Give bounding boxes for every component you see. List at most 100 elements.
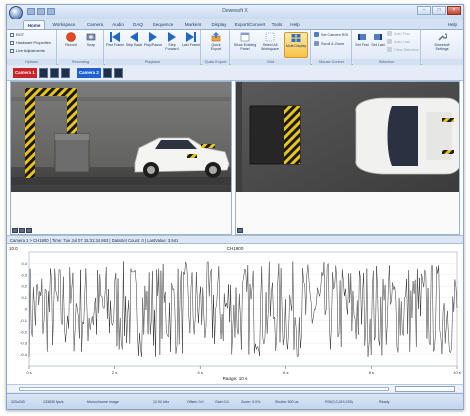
snap-label: Snap: [86, 43, 96, 47]
first-frame-button[interactable]: First Frame: [105, 32, 125, 58]
camera1-tool-b[interactable]: [50, 68, 59, 78]
tab-export-convert[interactable]: Export/Convert: [233, 20, 267, 29]
qat-undo-icon[interactable]: [37, 8, 45, 15]
group-playback: First Frame Step Back Play/Pause Step Fo…: [105, 30, 201, 65]
group-label-mouse-control: Mouse Control: [312, 59, 351, 65]
x-tick-label: 4 s: [198, 370, 203, 375]
quick-access-toolbar: [27, 8, 55, 15]
option-hardware-properties[interactable]: Hardware Properties: [10, 40, 51, 47]
camera1-zoom-icon[interactable]: [12, 228, 18, 233]
y-tick-label: 0: [25, 307, 28, 312]
range-select[interactable]: [395, 386, 455, 392]
set-last-button[interactable]: Set Last: [370, 32, 386, 58]
group-options: ROT Hardware Properties Live Adjustments…: [7, 30, 57, 65]
step-back-label: Step Back: [125, 43, 143, 47]
select-all-workspace-button[interactable]: Select All Workspace: [258, 32, 282, 58]
scroll-zoom-label: Scroll & Zoom: [321, 42, 345, 46]
option-live-adjustments-label: Live Adjustments: [16, 49, 45, 53]
live-adjustments-checkbox[interactable]: [10, 49, 14, 53]
zoom-icon: [314, 41, 319, 46]
status-bar: 320x240 133830 fps/s Monochrome image 12…: [7, 393, 463, 409]
clear-selection-button[interactable]: Clear Selection: [387, 47, 419, 54]
scroll-zoom-button[interactable]: Scroll & Zoom: [314, 41, 344, 48]
last-frame-button[interactable]: Last Frame: [181, 32, 201, 58]
camera-views: [7, 81, 463, 235]
tab-home[interactable]: Home: [23, 20, 45, 29]
camera1-fit-icon[interactable]: [19, 228, 25, 233]
chart-title: CH1800: [227, 246, 244, 251]
group-grid: Show Existing Panel Select All Workspace…: [231, 30, 311, 65]
status-roi: ROI(0,0,319,239): [325, 400, 353, 404]
option-live-adjustments[interactable]: Live Adjustments: [10, 48, 45, 55]
step-forward-button[interactable]: Step Forward: [162, 32, 182, 58]
tab-help[interactable]: Help: [287, 20, 303, 29]
quick-export-button[interactable]: Quick Export: [206, 32, 226, 58]
dewesoft-settings-button[interactable]: Dewesoft Settings: [430, 32, 454, 58]
camera2-tool-b[interactable]: [114, 68, 123, 78]
set-camera-roi-label: Set Camera ROI: [321, 33, 349, 37]
set-first-button[interactable]: Set First: [354, 32, 370, 58]
option-hardware-properties-label: Hardware Properties: [16, 41, 51, 45]
tab-audio[interactable]: Audio: [109, 20, 127, 29]
option-rot[interactable]: ROT: [10, 32, 24, 39]
auto-last-button[interactable]: Auto Last: [387, 39, 410, 46]
tab-markers[interactable]: Markers: [181, 20, 205, 29]
camera2-view[interactable]: [235, 81, 460, 235]
camera1-view[interactable]: [10, 81, 232, 235]
minimize-button[interactable]: –: [417, 6, 431, 15]
snap-icon: [86, 33, 96, 41]
camera1-tool-c[interactable]: [61, 68, 70, 78]
step-back-button[interactable]: Step Back: [124, 32, 144, 58]
group-mouse-control: Set Camera ROI Scroll & Zoom Mouse Contr…: [312, 30, 352, 65]
tab-tools[interactable]: Tools: [269, 20, 285, 29]
hardware-properties-checkbox[interactable]: [10, 41, 14, 45]
qat-save-icon[interactable]: [27, 8, 35, 15]
range-label: Range: 10 s: [223, 376, 248, 381]
snap-button[interactable]: Snap: [81, 32, 101, 58]
application-menu-button[interactable]: [9, 6, 23, 20]
play-pause-button[interactable]: Play/Pause: [143, 32, 163, 58]
tab-camera[interactable]: Camera: [83, 20, 107, 29]
group-recording: Record Snap Recording: [58, 30, 104, 65]
recorder-chart[interactable]: 10.0 CH1800 0.4 0.3 0.2 0.1 0 -0.1 -0.2 -0.3 -0.…: [7, 244, 463, 384]
camera1-footer-tools: [12, 228, 32, 233]
title-bar: Dewesoft X – □ ×: [7, 5, 463, 20]
camera2-image: [236, 82, 459, 234]
qat-redo-icon[interactable]: [47, 8, 55, 15]
x-tick-label: 6 s: [283, 370, 288, 375]
group-label-playback: Playback: [105, 59, 200, 65]
first-frame-label: First Frame: [105, 43, 125, 47]
corner-value: 10.0: [9, 246, 18, 251]
camera2-tool-a[interactable]: [103, 68, 112, 78]
auto-last-label: Auto Last: [394, 40, 410, 44]
camera1-tag[interactable]: Camera 1: [13, 68, 37, 78]
camera1-image: [11, 82, 231, 234]
tab-sequence[interactable]: Sequence: [149, 20, 177, 29]
recorder-chart-svg: 10.0 CH1800 0.4 0.3 0.2 0.1 0 -0.1 -0.2 -0.3 -0.…: [9, 246, 461, 381]
record-label: Record: [65, 43, 77, 47]
show-existing-panel-button[interactable]: Show Existing Panel: [233, 32, 257, 58]
camera2-zoom-icon[interactable]: [237, 228, 243, 233]
tab-daq[interactable]: DAQ: [131, 20, 145, 29]
rot-checkbox[interactable]: [10, 33, 14, 37]
time-scrollbar[interactable]: [19, 387, 389, 391]
camera1-save-icon[interactable]: [26, 228, 32, 233]
y-tick-label: -0.1: [20, 318, 28, 323]
help-menu[interactable]: Help: [448, 20, 457, 29]
tab-display[interactable]: Display: [207, 20, 231, 29]
record-button[interactable]: Record: [61, 32, 81, 58]
first-frame-icon: [110, 32, 120, 42]
auto-first-button[interactable]: Auto First: [387, 31, 410, 38]
record-icon: [66, 32, 76, 42]
set-camera-roi-button[interactable]: Set Camera ROI: [314, 32, 348, 39]
tab-workspace[interactable]: Workspace: [49, 20, 79, 29]
camera1-tool-a[interactable]: [39, 68, 48, 78]
status-image-type: Monochrome image: [87, 400, 119, 404]
camera2-tag[interactable]: Camera 2: [77, 68, 101, 78]
clear-selection-label: Clear Selection: [394, 48, 420, 52]
close-button[interactable]: ×: [447, 6, 461, 15]
set-first-icon: [358, 34, 366, 40]
multi-display-button[interactable]: Multi Display: [284, 32, 308, 58]
group-label-quick-export: Quick Export: [202, 59, 229, 65]
maximize-button[interactable]: □: [432, 6, 446, 15]
